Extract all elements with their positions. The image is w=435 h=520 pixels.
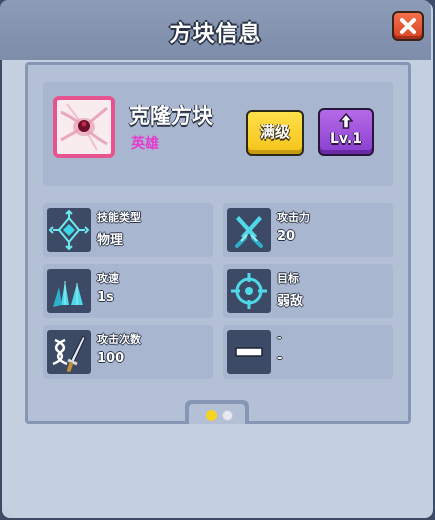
- level-up-button[interactable]: Lv.1: [318, 108, 374, 156]
- crossed-swords-icon: [227, 208, 271, 252]
- close-icon: [400, 18, 416, 34]
- stat-value: 弱敌: [277, 294, 304, 309]
- stat-label: 攻击力: [277, 211, 310, 224]
- clone-block-icon: [53, 96, 115, 158]
- arrow-up-icon: [339, 113, 353, 129]
- block-name: 克隆方块: [129, 104, 213, 128]
- dialog-header: 方块信息: [0, 0, 431, 60]
- dna-sword-icon: [47, 330, 91, 374]
- stat-label: -: [277, 331, 282, 344]
- page-dot-active[interactable]: [206, 410, 217, 421]
- stat-label: 攻速: [97, 272, 119, 285]
- stat-value: -: [277, 351, 283, 366]
- stat-skill-type: 技能类型 物理: [43, 203, 213, 257]
- stat-target: 目标 弱敌: [223, 264, 393, 318]
- stat-attack-speed: 攻速 1s: [43, 264, 213, 318]
- close-button[interactable]: [392, 11, 424, 41]
- triple-arrows-icon: [47, 269, 91, 313]
- level-label: Lv.1: [330, 131, 362, 147]
- diamond-target-icon: [47, 208, 91, 252]
- stat-attack-count: 攻击次数 100: [43, 325, 213, 379]
- dialog-title: 方块信息: [169, 22, 262, 47]
- stat-label: 技能类型: [97, 211, 141, 224]
- stat-label: 攻击次数: [97, 333, 141, 346]
- stat-label: 目标: [277, 272, 299, 285]
- max-level-button[interactable]: 满级: [246, 110, 304, 156]
- stat-value: 物理: [97, 233, 124, 248]
- stat-value: 100: [97, 351, 125, 366]
- stat-value: 1s: [97, 290, 114, 305]
- rarity-badge: 英雄: [131, 136, 159, 152]
- stat-attack: 攻击力 20: [223, 203, 393, 257]
- crosshair-icon: [227, 269, 271, 313]
- page-indicator: [185, 400, 249, 424]
- page-dot-inactive[interactable]: [222, 410, 233, 421]
- stat-empty: - -: [223, 325, 393, 379]
- stat-value: 20: [277, 229, 296, 244]
- dash-icon: [227, 330, 271, 374]
